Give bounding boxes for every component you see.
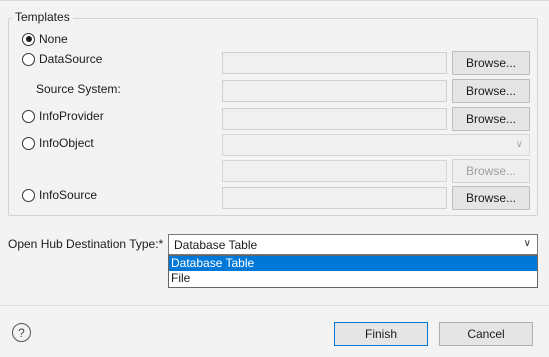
radio-infosource-label: InfoSource [39,188,98,202]
infosource-field[interactable] [222,187,447,209]
source-system-browse-button[interactable]: Browse... [452,79,530,103]
radio-infosource-indicator[interactable] [22,188,35,202]
destination-type-select[interactable]: Database Table ∨ [168,234,538,255]
destination-type-value: Database Table [174,238,258,252]
radio-infoobject[interactable]: InfoObject [22,135,94,151]
cancel-button[interactable]: Cancel [439,322,533,346]
radio-infoprovider[interactable]: InfoProvider [22,108,104,124]
radio-none-indicator[interactable] [22,32,35,46]
source-system-label: Source System: [36,82,121,96]
radio-infoprovider-label: InfoProvider [39,109,104,123]
radio-none[interactable]: None [22,31,68,47]
radio-infoobject-label: InfoObject [39,136,94,150]
infoprovider-browse-button[interactable]: Browse... [452,107,530,131]
chevron-down-icon: ∨ [523,238,531,249]
chevron-down-icon: ∨ [515,139,523,150]
destination-type-label: Open Hub Destination Type:* [8,237,164,251]
radio-infoobject-indicator[interactable] [22,136,35,150]
templates-group-title: Templates [12,10,73,24]
datasource-field[interactable] [222,52,447,74]
dropdown-option-file[interactable]: File [169,271,537,286]
infoobject-combo[interactable]: ∨ [222,134,530,156]
help-icon[interactable]: ? [12,323,31,342]
infoobject-field [222,160,447,182]
radio-infoprovider-indicator[interactable] [22,109,35,123]
radio-datasource[interactable]: DataSource [22,51,102,67]
datasource-browse-button[interactable]: Browse... [452,51,530,75]
top-separator [0,0,549,1]
radio-infosource[interactable]: InfoSource [22,187,97,203]
finish-button[interactable]: Finish [334,322,428,346]
infoprovider-field[interactable] [222,108,447,130]
destination-type-dropdown: Database Table File [168,255,538,288]
radio-none-label: None [39,32,68,46]
radio-datasource-indicator[interactable] [22,52,35,66]
source-system-field[interactable] [222,80,447,102]
dropdown-option-database-table[interactable]: Database Table [169,256,537,271]
infosource-browse-button[interactable]: Browse... [452,186,530,210]
footer-separator [0,305,549,306]
infoobject-browse-button: Browse... [452,159,530,183]
radio-datasource-label: DataSource [39,52,103,66]
